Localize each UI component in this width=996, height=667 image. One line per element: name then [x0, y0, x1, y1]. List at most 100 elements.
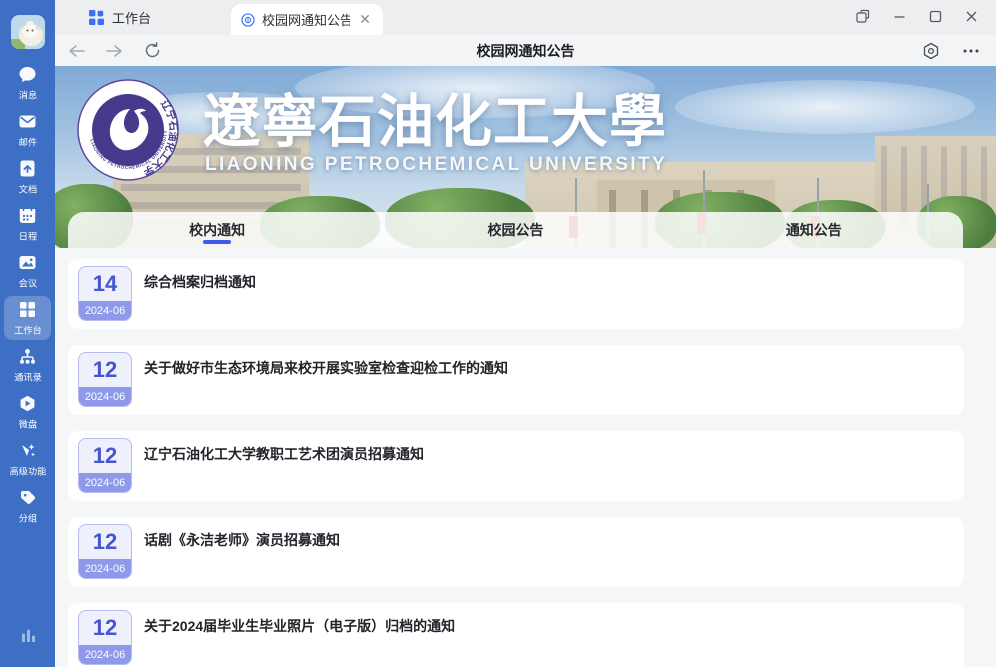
more-ellipsis-icon[interactable]: [960, 40, 982, 62]
window-tabbar: 工作台 校园网通知公告 ✕: [55, 0, 996, 35]
sidebar-bottom-button[interactable]: [0, 627, 55, 645]
date-badge: 12 2024-06: [78, 610, 132, 665]
sidebar-item-label: 微盘: [18, 417, 36, 431]
date-day: 12: [79, 439, 131, 473]
date-badge: 12 2024-06: [78, 524, 132, 579]
nav-buttons: [65, 40, 163, 62]
notice-category-tabs: 校内通知 校园公告 通知公告: [68, 212, 963, 248]
university-logo: 辽宁石油化工大学 LIAONING PETROCHEMICAL UNIVERSI…: [76, 78, 180, 182]
sidebar-item-advanced[interactable]: 高级功能: [4, 437, 51, 481]
sheep-avatar-image: [11, 15, 45, 49]
date-day: 12: [79, 353, 131, 387]
favicon-globe-icon: [241, 13, 255, 27]
sidebar-item-drive[interactable]: 微盘: [4, 390, 51, 434]
page-tab-label: 校园公告: [487, 220, 543, 240]
date-month: 2024-06: [79, 473, 131, 492]
notice-title: 话剧《永洁老师》演员招募通知: [144, 530, 944, 550]
notice-title: 关于做好市生态环境局来校开展实验室检查迎检工作的通知: [144, 358, 944, 378]
tab-workbench[interactable]: 工作台: [55, 0, 169, 35]
notice-item[interactable]: 14 2024-06 综合档案归档通知: [68, 259, 964, 329]
sidebar: 消息 邮件 文档 日程 会议 工作台 通讯录 微盘 高级功能 分组: [0, 0, 55, 667]
tab-campus-notice[interactable]: 校园网通知公告 ✕: [231, 4, 383, 35]
sidebar-item-label: 分组: [18, 511, 36, 525]
sidebar-item-label: 高级功能: [9, 464, 46, 478]
sidebar-item-label: 工作台: [14, 323, 42, 337]
date-month: 2024-06: [79, 645, 131, 664]
date-day: 12: [79, 525, 131, 559]
sidebar-item-label: 消息: [18, 88, 36, 102]
calendar-icon: [18, 205, 38, 225]
page-title: 校园网通知公告: [55, 41, 996, 61]
banner-university-name-cn: 遼寧石油化工大學: [203, 76, 667, 158]
meeting-icon: [18, 252, 38, 272]
date-month: 2024-06: [79, 387, 131, 406]
refresh-icon[interactable]: [141, 40, 163, 62]
toolbar-right: [920, 40, 982, 62]
workbench-grid-icon: [89, 10, 104, 25]
advanced-icon: [18, 440, 38, 460]
notice-item[interactable]: 12 2024-06 辽宁石油化工大学教职工艺术团演员招募通知: [68, 431, 964, 501]
active-tab-underline: [203, 240, 231, 244]
sidebar-item-mail[interactable]: 邮件: [4, 108, 51, 152]
banner-university-name-en: LIAONING PETROCHEMICAL UNIVERSITY: [205, 154, 667, 176]
tab-close-icon[interactable]: ✕: [357, 12, 373, 28]
doc-icon: [18, 158, 38, 178]
sidebar-item-group[interactable]: 分组: [4, 484, 51, 528]
minimize-icon[interactable]: [886, 4, 912, 28]
page-tab-label: 通知公告: [786, 220, 842, 240]
back-icon[interactable]: [65, 40, 87, 62]
sidebar-item-meeting[interactable]: 会议: [4, 249, 51, 293]
app-window: 消息 邮件 文档 日程 会议 工作台 通讯录 微盘 高级功能 分组: [0, 0, 996, 667]
sidebar-item-chat[interactable]: 消息: [4, 61, 51, 105]
sidebar-item-label: 文档: [18, 182, 36, 196]
window-controls: [850, 4, 984, 28]
sidebar-item-label: 通讯录: [14, 370, 42, 384]
date-day: 12: [79, 611, 131, 645]
page-tab-label: 校内通知: [189, 220, 245, 240]
tab-campus-notice-label: 校园网通知公告: [262, 10, 350, 29]
workbench-icon: [18, 299, 38, 319]
campus-banner: 辽宁石油化工大学 LIAONING PETROCHEMICAL UNIVERSI…: [55, 66, 996, 248]
notice-title: 关于2024届毕业生毕业照片（电子版）归档的通知: [144, 616, 944, 636]
forward-icon[interactable]: [103, 40, 125, 62]
page-tab-0[interactable]: 校内通知: [68, 212, 366, 248]
notice-list: 14 2024-06 综合档案归档通知 12 2024-06 关于做好市生态环境…: [55, 248, 996, 667]
sidebar-items: 消息 邮件 文档 日程 会议 工作台 通讯录 微盘 高级功能 分组: [0, 61, 55, 531]
sidebar-item-calendar[interactable]: 日程: [4, 202, 51, 246]
sidebar-item-label: 日程: [18, 229, 36, 243]
chart-icon: [19, 627, 37, 645]
date-month: 2024-06: [79, 559, 131, 578]
notice-item[interactable]: 12 2024-06 关于2024届毕业生毕业照片（电子版）归档的通知: [68, 603, 964, 667]
sidebar-item-contacts[interactable]: 通讯录: [4, 343, 51, 387]
maximize-icon[interactable]: [922, 4, 948, 28]
browser-toolbar: 校园网通知公告: [55, 35, 996, 66]
date-day: 14: [79, 267, 131, 301]
notice-item[interactable]: 12 2024-06 关于做好市生态环境局来校开展实验室检查迎检工作的通知: [68, 345, 964, 415]
tab-workbench-label: 工作台: [112, 8, 151, 27]
close-icon[interactable]: [958, 4, 984, 28]
sidebar-item-workbench[interactable]: 工作台: [4, 296, 51, 340]
sidebar-item-label: 邮件: [18, 135, 36, 149]
settings-gear-icon[interactable]: [920, 40, 942, 62]
main-area: 工作台 校园网通知公告 ✕: [55, 0, 996, 667]
logo-year-text: 1950: [121, 141, 136, 148]
sidebar-item-label: 会议: [18, 276, 36, 290]
drive-icon: [18, 393, 38, 413]
mail-icon: [18, 111, 38, 131]
sidebar-item-doc[interactable]: 文档: [4, 155, 51, 199]
popout-icon[interactable]: [850, 4, 876, 28]
notice-title: 综合档案归档通知: [144, 272, 944, 292]
avatar[interactable]: [11, 15, 45, 49]
cloud-decor: [675, 80, 975, 134]
notice-item[interactable]: 12 2024-06 话剧《永洁老师》演员招募通知: [68, 517, 964, 587]
group-icon: [18, 487, 38, 507]
chat-icon: [18, 64, 38, 84]
notice-title: 辽宁石油化工大学教职工艺术团演员招募通知: [144, 444, 944, 464]
date-badge: 12 2024-06: [78, 438, 132, 493]
date-month: 2024-06: [79, 301, 131, 320]
page-tab-2[interactable]: 通知公告: [665, 212, 963, 248]
date-badge: 14 2024-06: [78, 266, 132, 321]
contacts-icon: [18, 346, 38, 366]
date-badge: 12 2024-06: [78, 352, 132, 407]
page-tab-1[interactable]: 校园公告: [366, 212, 664, 248]
